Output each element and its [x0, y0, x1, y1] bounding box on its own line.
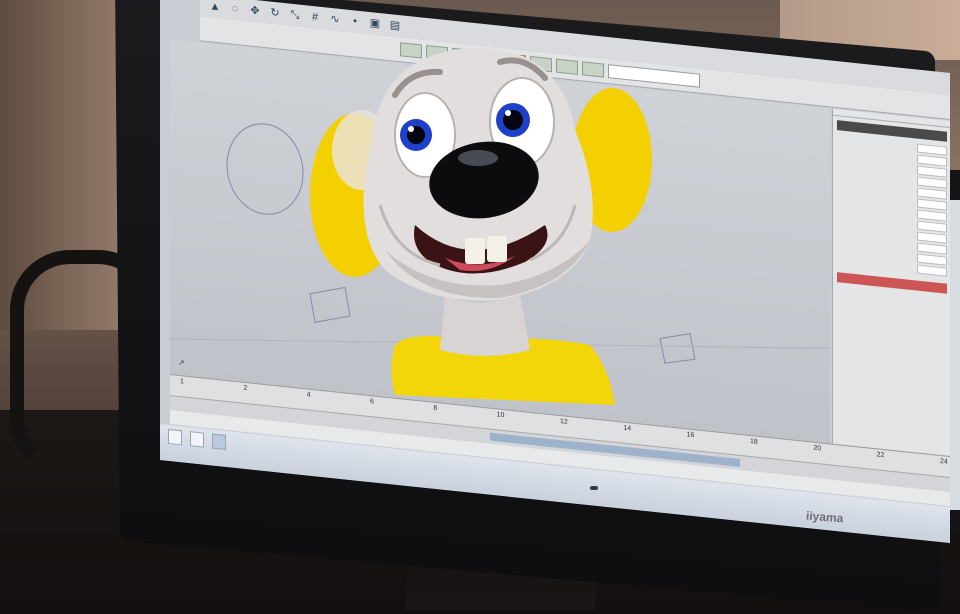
select-icon[interactable]: ▲	[208, 0, 222, 15]
control-curve[interactable]	[226, 120, 304, 218]
3d-viewport[interactable]: ↗	[169, 39, 831, 444]
power-led	[590, 486, 598, 490]
monitor-brand-logo: iiyama	[805, 508, 844, 526]
shelf-button[interactable]	[426, 44, 448, 62]
timeline-tick: 2	[243, 384, 248, 393]
taskbar-item[interactable]	[190, 431, 204, 448]
control-box[interactable]	[659, 331, 696, 367]
scale-icon[interactable]: ⤡	[288, 7, 302, 22]
control-box[interactable]	[309, 284, 351, 326]
timeline-tick: 16	[686, 431, 695, 440]
axis-gizmo: ↗	[178, 358, 185, 368]
lasso-icon[interactable]: ◌	[228, 1, 242, 16]
timeline-tick: 20	[813, 444, 822, 453]
attribute-editor	[832, 108, 950, 457]
shelf-button[interactable]	[504, 53, 526, 70]
viewport-wireframes: ↗	[169, 120, 831, 368]
render-icon[interactable]: ▣	[368, 16, 382, 31]
shelf-button[interactable]	[530, 55, 552, 73]
monitor-screen: ▲ ◌ ✥ ↻ ⤡ # ∿ • ▣ ▤ ↗ 1 2 4 6 8 10 12 14…	[160, 0, 950, 544]
ipr-icon[interactable]: ▤	[388, 18, 402, 33]
timeline-tick: 10	[496, 411, 505, 420]
timeline-tick: 14	[623, 424, 632, 433]
timeline-tick: 8	[433, 404, 438, 413]
shelf-button[interactable]	[400, 42, 422, 59]
shelf-button[interactable]	[582, 61, 604, 78]
search-field[interactable]	[608, 64, 700, 88]
snap-grid-icon[interactable]: #	[308, 10, 322, 25]
timeline-tick: 18	[750, 438, 758, 446]
shelf-button[interactable]	[452, 47, 474, 65]
taskbar-item[interactable]	[168, 428, 182, 446]
timeline-tick: 6	[370, 398, 374, 406]
snap-curve-icon[interactable]: ∿	[328, 12, 342, 27]
rotate-icon[interactable]: ↻	[268, 5, 282, 20]
shelf-button[interactable]	[478, 50, 500, 67]
move-icon[interactable]: ✥	[248, 3, 262, 18]
photo-scene: ▲ ◌ ✥ ↻ ⤡ # ∿ • ▣ ▤ ↗ 1 2 4 6 8 10 12 14…	[0, 0, 960, 614]
shelf-button[interactable]	[556, 58, 578, 75]
taskbar-item-active[interactable]	[212, 433, 226, 450]
control-box[interactable]	[339, 157, 376, 201]
timeline-tick: 1	[180, 378, 184, 386]
snap-point-icon[interactable]: •	[348, 14, 362, 29]
timeline-tick: 12	[560, 418, 568, 426]
timeline-tick: 24	[940, 457, 948, 466]
timeline-tick: 4	[306, 391, 311, 399]
timeline-tick: 22	[876, 451, 885, 460]
